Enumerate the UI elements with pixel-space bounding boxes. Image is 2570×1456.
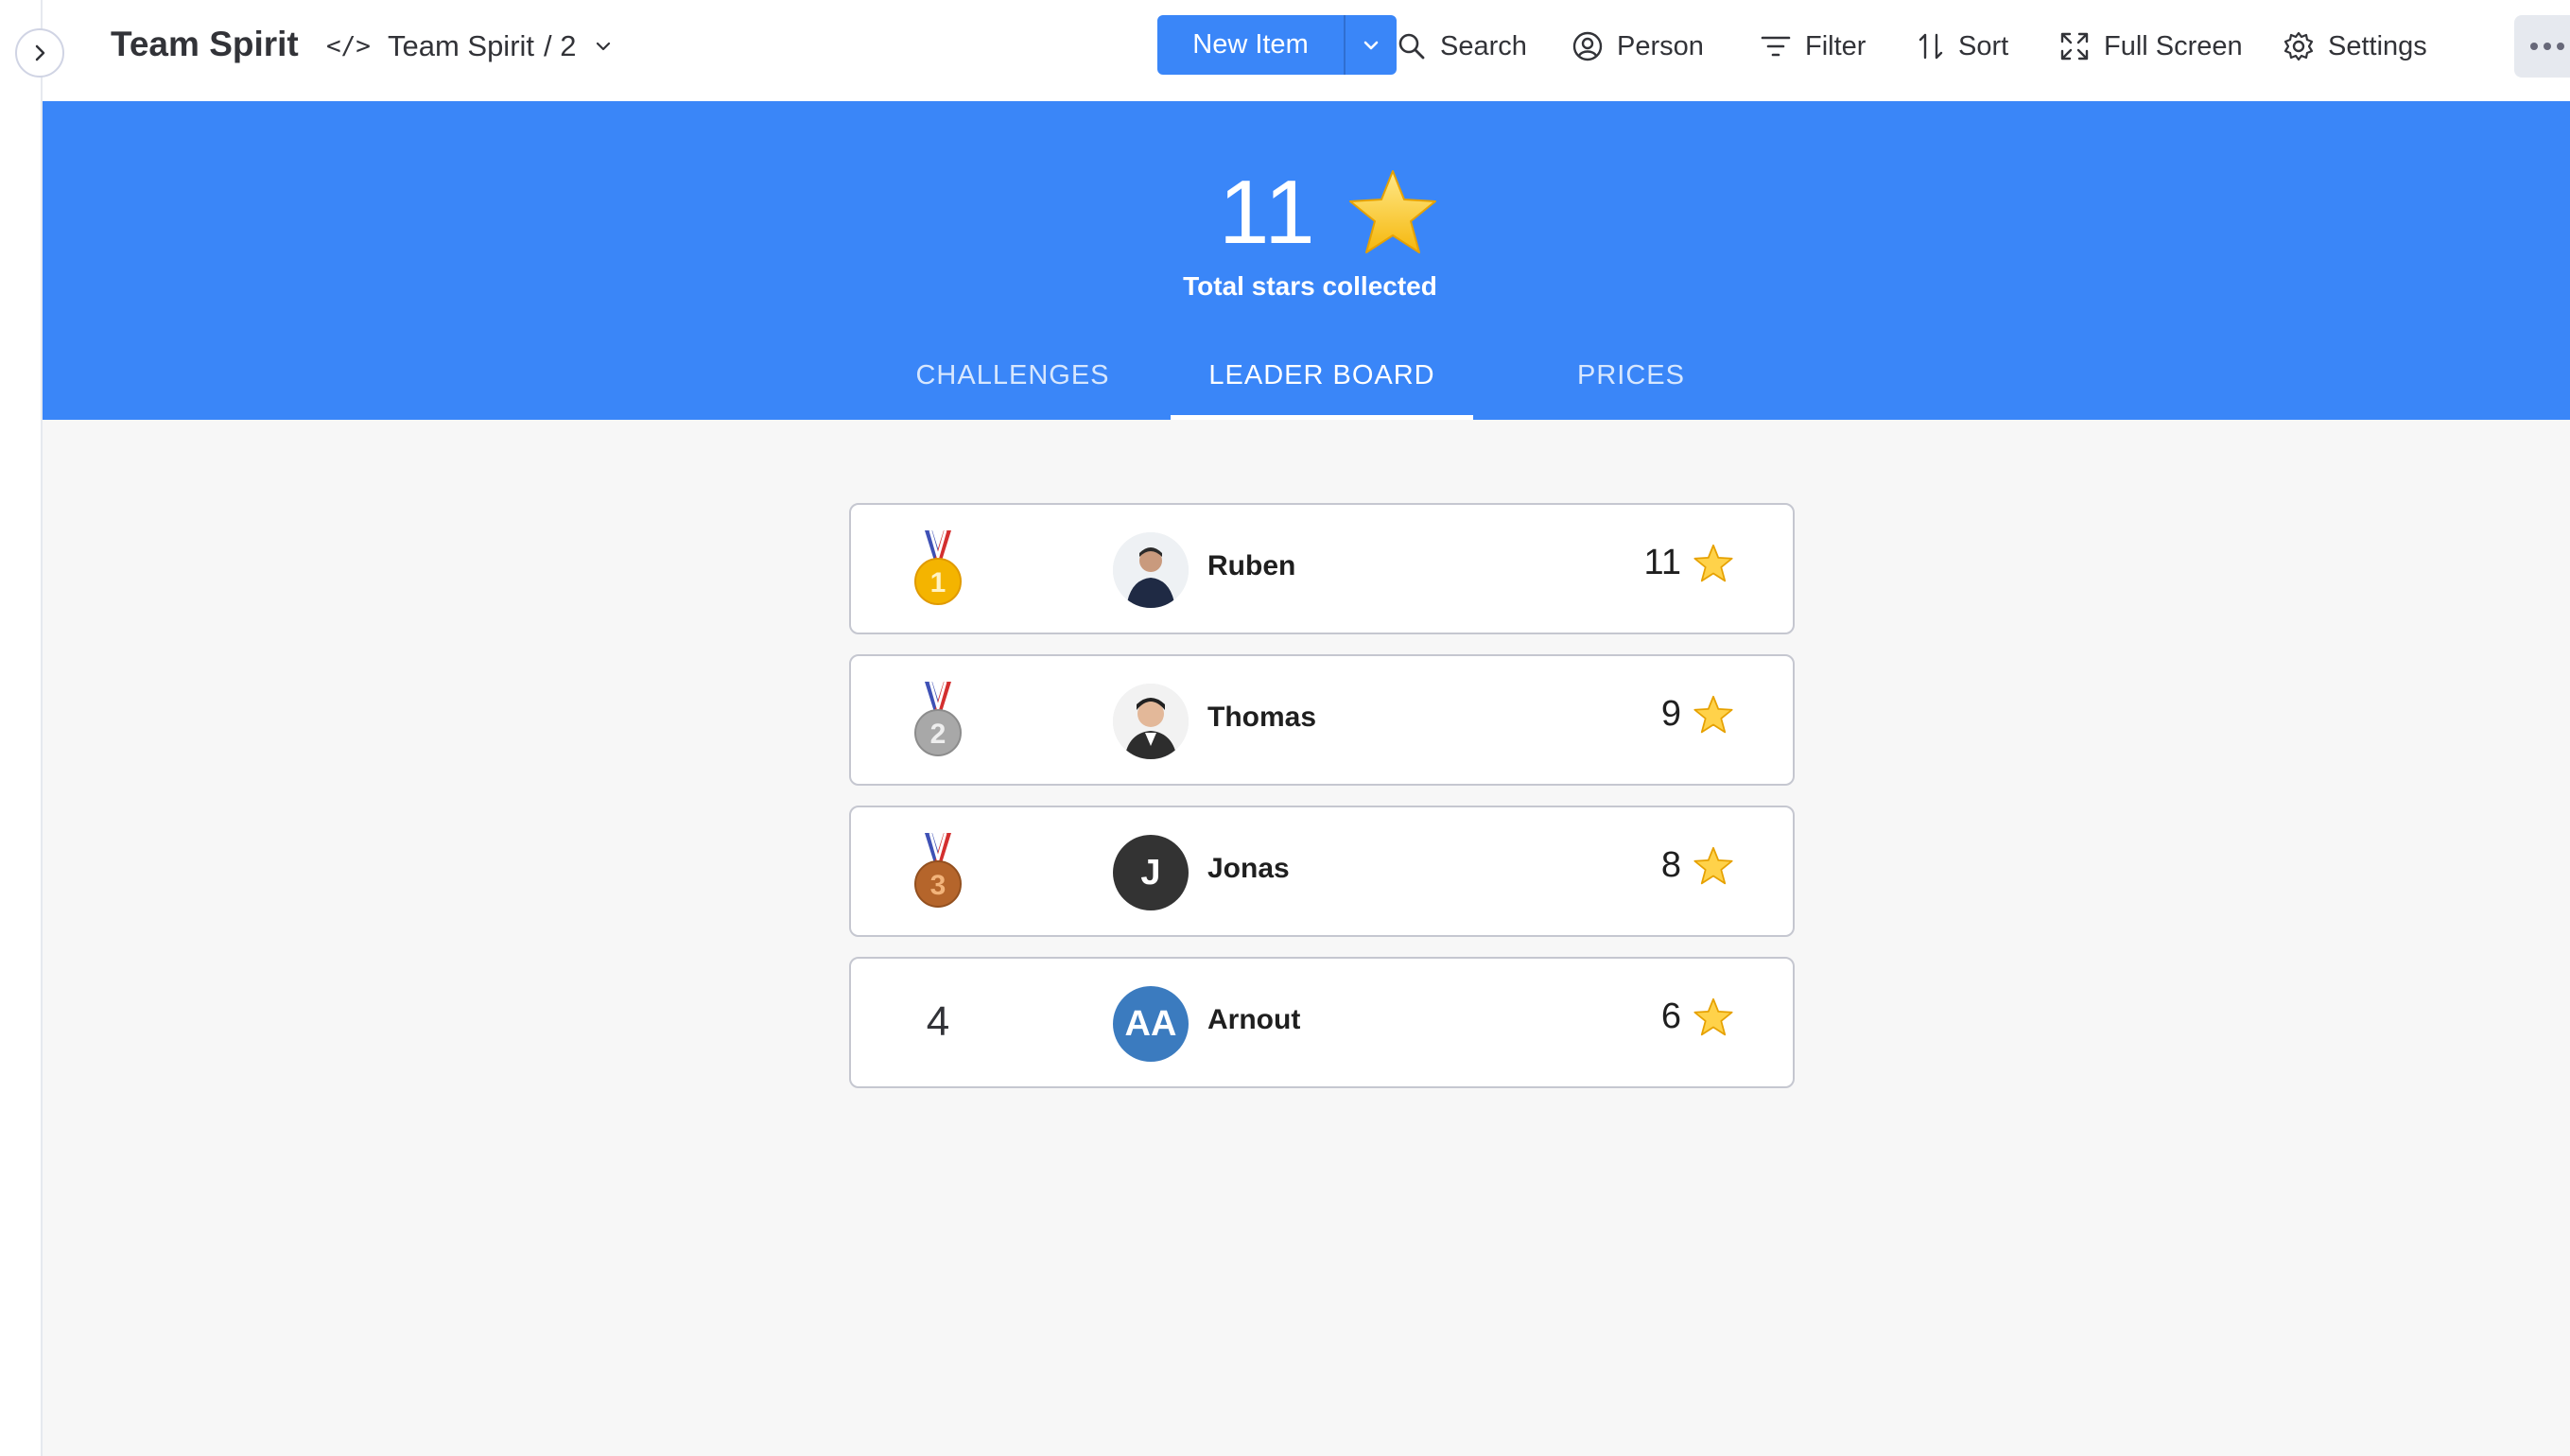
expand-sidebar-button[interactable]	[15, 28, 64, 78]
rank-number: 4	[926, 998, 950, 1045]
sort-label: Sort	[1958, 30, 2009, 61]
member-name: Thomas	[1207, 702, 1317, 733]
tab-prices[interactable]: PRICES	[1518, 331, 1745, 420]
more-dots-icon	[2530, 43, 2564, 50]
chevron-down-icon	[597, 42, 611, 51]
bronze-medal-icon: 3	[914, 832, 962, 908]
total-stars-caption: Total stars collected	[43, 271, 2570, 302]
star-icon	[1693, 544, 1733, 581]
top-bar: Team Spirit </> Team Spirit / 2 New Item…	[43, 0, 2570, 101]
svg-text:3: 3	[930, 870, 946, 901]
person-photo-icon	[1113, 532, 1189, 608]
member-stars: 8	[1661, 845, 1734, 886]
sort-icon	[1919, 33, 1943, 60]
left-rail	[0, 0, 43, 1456]
search-icon	[1398, 33, 1425, 60]
svg-text:2: 2	[930, 719, 946, 750]
filter-icon	[1761, 36, 1791, 57]
new-item-button-group: New Item	[1157, 15, 1397, 75]
leaderboard-row[interactable]: 2 Thomas 9	[849, 654, 1795, 786]
leaderboard-row[interactable]: 1 Ruben 11	[849, 503, 1795, 634]
leaderboard-row[interactable]: 4 AA Arnout 6	[849, 957, 1795, 1088]
stars-count: 8	[1660, 845, 1681, 885]
sort-button[interactable]: Sort	[1917, 25, 2008, 68]
search-button[interactable]: Search	[1397, 25, 1527, 68]
view-name: Team Spirit	[387, 29, 535, 62]
board-title: Team Spirit	[111, 25, 299, 63]
avatar: AA	[1113, 986, 1189, 1062]
person-photo-icon	[1113, 684, 1189, 759]
avatar	[1113, 684, 1189, 759]
total-stars-caption-text: Total stars collected	[1183, 271, 1437, 301]
star-icon	[1693, 695, 1733, 733]
app-page: Team Spirit </> Team Spirit / 2 New Item…	[0, 0, 2570, 1456]
full-screen-button[interactable]: Full Screen	[2058, 25, 2243, 68]
person-filter-button[interactable]: Person	[1572, 25, 1704, 68]
chevron-down-icon	[1363, 41, 1379, 49]
stars-count: 9	[1660, 694, 1681, 734]
full-screen-label: Full Screen	[2104, 30, 2243, 61]
star-icon	[1348, 170, 1436, 253]
total-stars: 11	[1219, 161, 1440, 265]
stars-header: 11 Total stars collected CHALLENGES LEAD…	[43, 101, 2570, 420]
new-item-button[interactable]: New Item	[1157, 15, 1346, 75]
settings-label: Settings	[2328, 30, 2427, 61]
member-stars: 11	[1644, 543, 1734, 583]
settings-button[interactable]: Settings	[2283, 25, 2427, 68]
star-icon	[1693, 846, 1733, 884]
gear-icon	[2283, 31, 2314, 61]
member-name: Ruben	[1207, 550, 1296, 581]
member-name: Arnout	[1207, 1004, 1301, 1035]
filter-label: Filter	[1805, 30, 1867, 61]
person-label: Person	[1617, 30, 1704, 61]
gold-medal-icon: 1	[914, 529, 962, 605]
new-item-dropdown-button[interactable]	[1346, 15, 1397, 75]
silver-medal-icon: 2	[914, 681, 962, 756]
leaderboard-row[interactable]: 3 J Jonas 8	[849, 806, 1795, 937]
more-options-button[interactable]	[2514, 15, 2570, 78]
rank-medal: 1	[900, 526, 976, 611]
full-screen-icon	[2060, 32, 2089, 61]
member-stars: 6	[1661, 997, 1734, 1037]
star-icon	[1693, 997, 1733, 1035]
total-stars-count: 11	[1219, 162, 1317, 263]
search-label: Search	[1440, 30, 1527, 61]
leaderboard-panel: 1 Ruben 11 2 Thomas 9 3 J Jonas 8 4 AA A…	[43, 420, 2570, 1456]
stars-count: 11	[1643, 543, 1681, 582]
tab-challenges[interactable]: CHALLENGES	[899, 331, 1126, 420]
person-icon	[1572, 31, 1603, 61]
view-selector[interactable]: </> Team Spirit / 2	[326, 25, 614, 68]
stars-count: 6	[1660, 997, 1681, 1036]
rank-medal: 2	[900, 677, 976, 762]
view-suffix: / 2	[544, 29, 577, 62]
tab-leader-board[interactable]: LEADER BOARD	[1171, 331, 1473, 420]
avatar: J	[1113, 835, 1189, 910]
filter-button[interactable]: Filter	[1760, 25, 1866, 68]
tab-bar: CHALLENGES LEADER BOARD PRICES	[43, 331, 2570, 420]
chevron-right-icon	[35, 44, 45, 61]
member-stars: 9	[1661, 694, 1734, 735]
code-icon: </>	[326, 32, 371, 61]
rank-medal: 3	[900, 828, 976, 913]
member-name: Jonas	[1207, 853, 1290, 884]
avatar	[1113, 532, 1189, 608]
svg-text:1: 1	[930, 567, 946, 598]
